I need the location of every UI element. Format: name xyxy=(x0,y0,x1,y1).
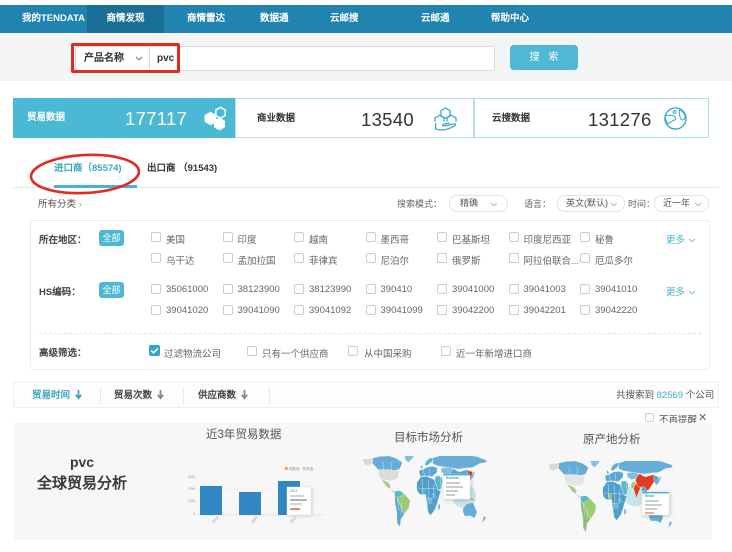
svg-text:2021: 2021 xyxy=(289,516,297,524)
svg-text:2021: 2021 xyxy=(290,489,297,493)
svg-text:30M: 30M xyxy=(188,475,195,479)
svg-text:10M: 10M xyxy=(188,499,195,503)
svg-text:2020: 2020 xyxy=(250,516,258,524)
svg-text:Brazil: Brazil xyxy=(645,494,654,498)
svg-text:0: 0 xyxy=(193,512,195,516)
svg-text:2019: 2019 xyxy=(211,516,219,524)
svg-text:频数值 · 贸易值: 频数值 · 贸易值 xyxy=(289,466,314,471)
svg-text:Russian: Russian xyxy=(446,476,459,480)
svg-text:20M: 20M xyxy=(188,487,195,491)
